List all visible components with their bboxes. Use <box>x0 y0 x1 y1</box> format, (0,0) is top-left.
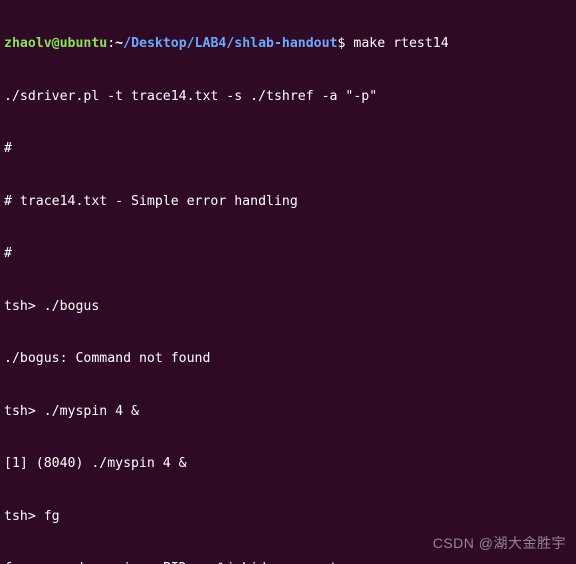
prompt-user: zhaolv@ubuntu <box>4 36 107 51</box>
output-line: fg command requires PID or %jobid argume… <box>4 560 572 564</box>
prompt-line: zhaolv@ubuntu:~/Desktop/LAB4/shlab-hando… <box>4 35 572 53</box>
output-line: # <box>4 245 572 263</box>
output-line: # trace14.txt - Simple error handling <box>4 193 572 211</box>
output-line: tsh> ./myspin 4 & <box>4 403 572 421</box>
prompt-tilde: ~ <box>115 36 123 51</box>
output-line: tsh> ./bogus <box>4 298 572 316</box>
terminal-window[interactable]: zhaolv@ubuntu:~/Desktop/LAB4/shlab-hando… <box>0 0 576 564</box>
prompt-dollar: $ <box>338 36 354 51</box>
prompt-path: /Desktop/LAB4/shlab-handout <box>123 36 337 51</box>
output-line: [1] (8040) ./myspin 4 & <box>4 455 572 473</box>
output-line: ./sdriver.pl -t trace14.txt -s ./tshref … <box>4 88 572 106</box>
output-line: # <box>4 140 572 158</box>
shell-command: make rtest14 <box>353 36 448 51</box>
output-line: ./bogus: Command not found <box>4 350 572 368</box>
output-line: tsh> fg <box>4 508 572 526</box>
watermark: CSDN @湖大金胜宇 <box>433 535 566 553</box>
prompt-sep: : <box>107 36 115 51</box>
